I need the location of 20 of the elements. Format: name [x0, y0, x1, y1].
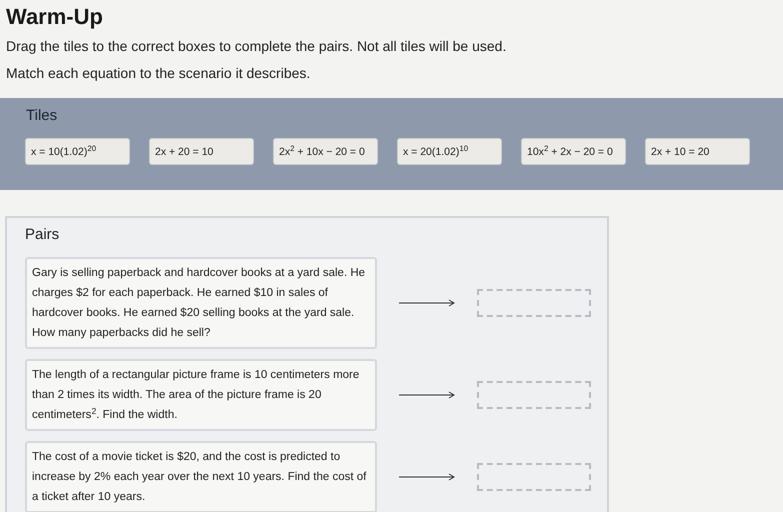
equation-tile[interactable]: x = 10(1.02)$^{20}$	[25, 138, 130, 165]
arrow-icon	[399, 473, 455, 481]
drop-target[interactable]	[477, 463, 591, 491]
page-title: Warm-Up	[6, 3, 104, 31]
equation-tile[interactable]: 2x + 10 = 20	[645, 138, 750, 165]
arrow-icon	[399, 299, 455, 307]
drop-target[interactable]	[477, 289, 591, 317]
section-heading: Pairs	[25, 225, 60, 245]
equation-tile[interactable]: 2x$^{2}$ + 10x − 20 = 0	[273, 138, 378, 165]
scenario-card: The cost of a movie ticket is $20, and the cost is predicted to increase by 2% each year over the next 10 years. Find the cost of a ticket after 10 years.	[25, 441, 377, 512]
scenario-card: Gary is selling paperback and hardcover books at a yard sale. He charges $2 for each paperback. He earned $10 in sales of hardcover books. He earned $20 selling books at the yard sale. How many paperbacks did he sell?	[25, 257, 377, 349]
drop-target[interactable]	[477, 381, 591, 409]
arrow-icon	[399, 391, 455, 399]
instruction-text: Match each equation to the scenario it describes.	[6, 64, 312, 83]
instruction-text: Drag the tiles to the correct boxes to complete the pairs. Not all tiles will be used.	[6, 37, 508, 56]
equation-tile[interactable]: 2x + 20 = 10	[149, 138, 254, 165]
section-heading: Tiles	[26, 106, 58, 126]
scenario-card: The length of a rectangular picture frame is 10 centimeters more than 2 times its width. The area of the picture frame is 20 centimeters$^{2}$. Find the width.	[25, 359, 377, 431]
equation-tile[interactable]: 10x$^{2}$ + 2x − 20 = 0	[521, 138, 626, 165]
equation-tile[interactable]: x = 20(1.02)$^{10}$	[397, 138, 502, 165]
